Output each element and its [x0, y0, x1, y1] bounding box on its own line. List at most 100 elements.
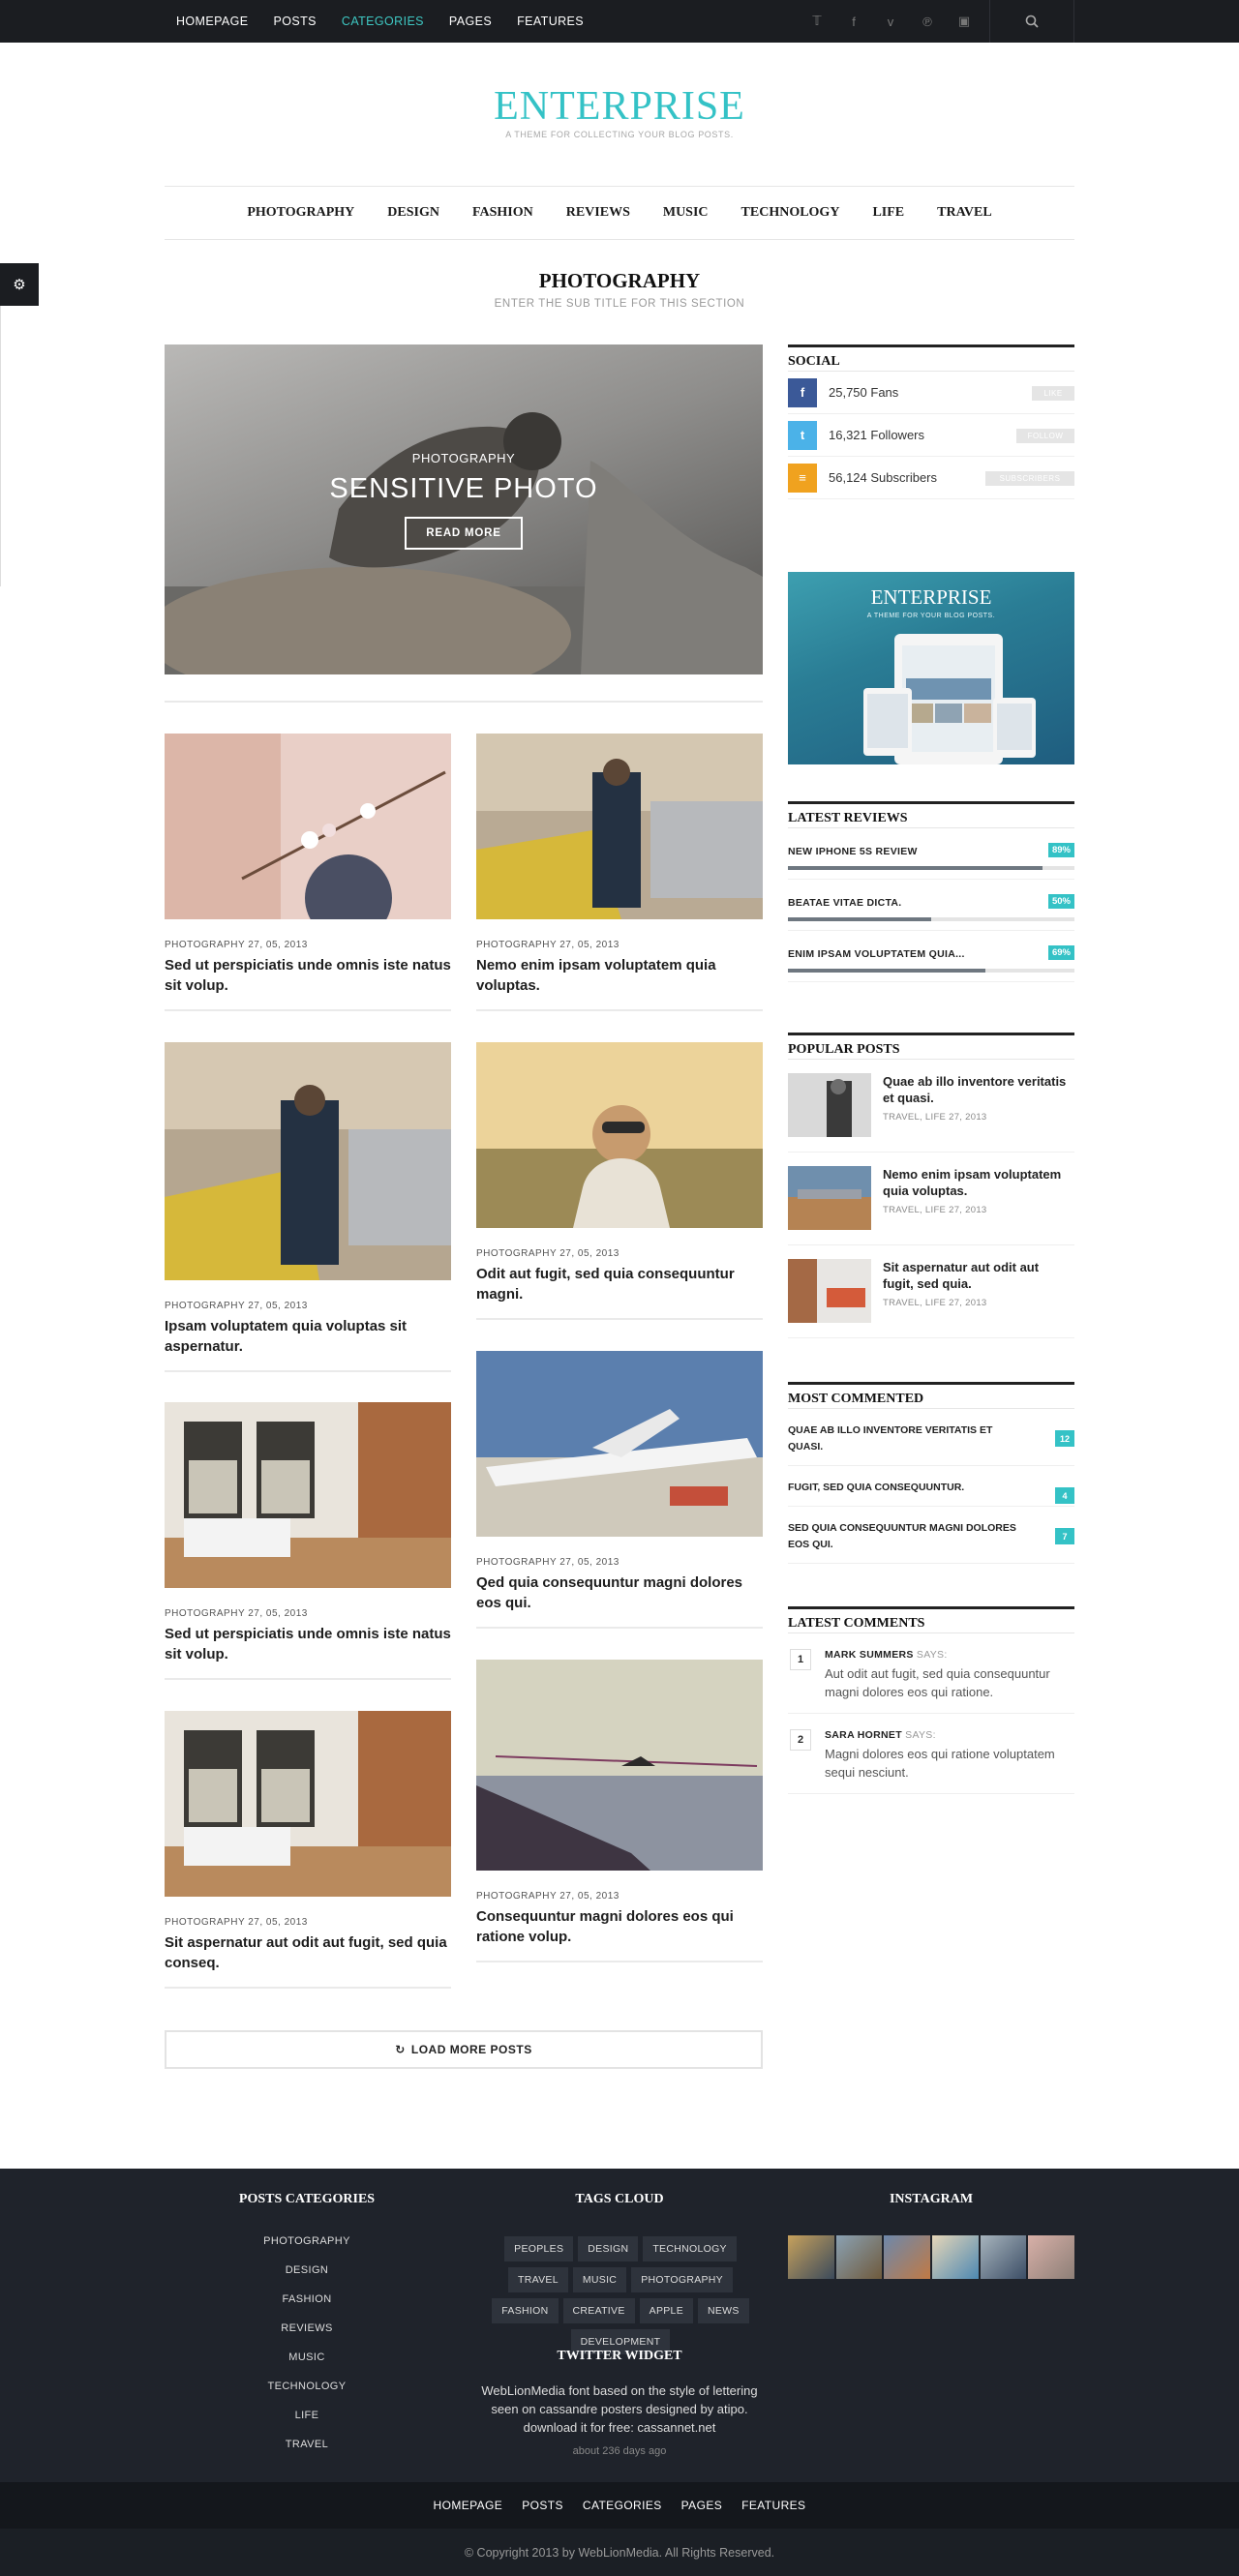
instagram-photo[interactable] — [980, 2235, 1027, 2279]
commented-item[interactable]: SED QUIA CONSEQUUNTUR MAGNI DOLORES EOS … — [788, 1507, 1074, 1564]
search-button[interactable] — [989, 0, 1074, 43]
post-card[interactable]: PHOTOGRAPHY 27, 05, 2013 Qed quia conseq… — [476, 1351, 763, 1629]
review-item[interactable]: NEW IPHONE 5S REVIEW 89% — [788, 828, 1074, 880]
post-title[interactable]: Sit aspernatur aut odit aut fugit, sed q… — [165, 1932, 451, 1973]
facebook-icon[interactable]: f — [845, 15, 862, 29]
footer-category-link[interactable]: TRAVEL — [210, 2430, 404, 2459]
social-count: 56,124 Subscribers — [829, 470, 938, 485]
tag[interactable]: PHOTOGRAPHY — [631, 2267, 733, 2292]
post-card[interactable]: PHOTOGRAPHY 27, 05, 2013 Sed ut perspici… — [165, 1402, 451, 1680]
footer-tags-title: TAGS CLOUD — [575, 2192, 664, 2206]
tag[interactable]: FASHION — [492, 2298, 559, 2323]
widget-title: MOST COMMENTED — [788, 1382, 1074, 1409]
post-title[interactable]: Odit aut fugit, sed quia consequuntur ma… — [476, 1264, 763, 1304]
nav-travel[interactable]: TRAVEL — [937, 205, 992, 221]
review-item[interactable]: ENIM IPSAM VOLUPTATEM QUIA... 69% — [788, 931, 1074, 982]
comment-item[interactable]: 2 SARA HORNET SAYS: Magni dolores eos qu… — [788, 1714, 1074, 1794]
bottom-nav-features[interactable]: FEATURES — [741, 2499, 805, 2512]
instagram-photo[interactable] — [788, 2235, 834, 2279]
tags-cloud: PEOPLES DESIGN TECHNOLOGY TRAVEL MUSIC P… — [479, 2236, 762, 2354]
instagram-photo[interactable] — [884, 2235, 931, 2279]
comment-author: MARK SUMMERS SAYS: — [825, 1649, 1074, 1661]
read-more-button[interactable]: READ MORE — [405, 517, 523, 550]
footer-category-link[interactable]: FASHION — [210, 2285, 404, 2314]
bottom-nav-posts[interactable]: POSTS — [522, 2499, 563, 2512]
review-score: 50% — [1047, 894, 1074, 909]
review-label: ENIM IPSAM VOLUPTATEM QUIA... — [788, 948, 965, 960]
top-menu-features[interactable]: FEATURES — [517, 15, 584, 28]
nav-life[interactable]: LIFE — [872, 205, 904, 221]
follow-button[interactable]: FOLLOW — [1016, 429, 1074, 443]
tag[interactable]: MUSIC — [572, 2267, 627, 2292]
instagram-photo[interactable] — [932, 2235, 979, 2279]
bottom-nav-pages[interactable]: PAGES — [681, 2499, 722, 2512]
like-button[interactable]: LIKE — [1032, 386, 1074, 401]
footer-categories-title: POSTS CATEGORIES — [238, 2192, 376, 2206]
post-meta: PHOTOGRAPHY 27, 05, 2013 — [165, 1608, 308, 1619]
commented-item[interactable]: FUGIT, SED QUIA CONSEQUUNTUR. 4 — [788, 1466, 1074, 1507]
instagram-photo[interactable] — [1028, 2235, 1075, 2279]
footer-category-link[interactable]: PHOTOGRAPHY — [210, 2227, 404, 2256]
nav-photography[interactable]: PHOTOGRAPHY — [247, 205, 354, 221]
nav-reviews[interactable]: REVIEWS — [566, 205, 630, 221]
instagram-photo[interactable] — [835, 2235, 883, 2279]
bottom-nav-categories[interactable]: CATEGORIES — [583, 2499, 662, 2512]
post-title[interactable]: Ipsam voluptatem quia voluptas sit asper… — [165, 1316, 451, 1357]
top-menu-categories[interactable]: CATEGORIES — [342, 15, 424, 28]
post-title[interactable]: Consequuntur magni dolores eos qui ratio… — [476, 1906, 763, 1947]
post-card[interactable]: PHOTOGRAPHY 27, 05, 2013 Odit aut fugit,… — [476, 1042, 763, 1320]
footer-category-link[interactable]: LIFE — [210, 2401, 404, 2430]
post-card[interactable]: PHOTOGRAPHY 27, 05, 2013 Sed ut perspici… — [165, 734, 451, 1011]
footer-category-link[interactable]: TECHNOLOGY — [210, 2372, 404, 2401]
footer-category-link[interactable]: DESIGN — [210, 2256, 404, 2285]
post-title[interactable]: Qed quia consequuntur magni dolores eos … — [476, 1573, 763, 1613]
nav-music[interactable]: MUSIC — [663, 205, 709, 221]
nav-technology[interactable]: TECHNOLOGY — [741, 205, 840, 221]
post-card[interactable]: PHOTOGRAPHY 27, 05, 2013 Nemo enim ipsam… — [476, 734, 763, 1011]
top-menu-homepage[interactable]: HOMEPAGE — [176, 15, 249, 28]
popular-post[interactable]: Sit aspernatur aut odit aut fugit, sed q… — [788, 1245, 1074, 1338]
tag[interactable]: TRAVEL — [507, 2267, 568, 2292]
top-menu-posts[interactable]: POSTS — [274, 15, 317, 28]
nav-design[interactable]: DESIGN — [387, 205, 439, 221]
commented-item[interactable]: QUAE AB ILLO INVENTORE VERITATIS ET QUAS… — [788, 1409, 1074, 1466]
bottom-nav-homepage[interactable]: HOMEPAGE — [434, 2499, 503, 2512]
vimeo-icon[interactable]: v — [882, 15, 899, 29]
facebook-icon[interactable]: f — [788, 377, 817, 407]
review-bar — [788, 969, 1074, 973]
comment-item[interactable]: 1 MARK SUMMERS SAYS: Aut odit aut fugit,… — [788, 1633, 1074, 1714]
popular-post[interactable]: Quae ab illo inventore veritatis et quas… — [788, 1060, 1074, 1153]
post-title[interactable]: Nemo enim ipsam voluptatem quia voluptas… — [476, 955, 763, 996]
review-bar-fill — [788, 917, 931, 921]
footer-category-link[interactable]: REVIEWS — [210, 2314, 404, 2343]
tweet-text[interactable]: WebLionMedia font based on the style of … — [479, 2381, 760, 2437]
post-card[interactable]: PHOTOGRAPHY 27, 05, 2013 Ipsam voluptate… — [165, 1042, 451, 1372]
tag[interactable]: DESIGN — [578, 2236, 639, 2261]
twitter-icon[interactable]: t — [788, 420, 817, 450]
post-card[interactable]: PHOTOGRAPHY 27, 05, 2013 Consequuntur ma… — [476, 1660, 763, 1962]
twitter-icon[interactable]: 𝕋 — [808, 14, 826, 29]
post-card[interactable]: PHOTOGRAPHY 27, 05, 2013 Sit aspernatur … — [165, 1711, 451, 1989]
rss-icon[interactable]: ≡ — [788, 463, 817, 493]
popular-post[interactable]: Nemo enim ipsam voluptatem quia voluptas… — [788, 1153, 1074, 1245]
load-more-button[interactable]: ↻ LOAD MORE POSTS — [165, 2030, 763, 2069]
review-item[interactable]: BEATAE VITAE DICTA. 50% — [788, 880, 1074, 931]
tag[interactable]: PEOPLES — [504, 2236, 574, 2261]
post-title[interactable]: Sed ut perspiciatis unde omnis iste natu… — [165, 955, 451, 996]
site-logo[interactable]: ENTERPRISE A THEME FOR COLLECTING YOUR B… — [0, 83, 1239, 139]
advertisement-banner[interactable]: ENTERPRISE A THEME FOR YOUR BLOG POSTS. — [788, 572, 1074, 764]
subscribe-button[interactable]: SUBSCRIBERS — [985, 471, 1074, 486]
tag[interactable]: TECHNOLOGY — [643, 2236, 737, 2261]
post-meta: PHOTOGRAPHY 27, 05, 2013 — [165, 1301, 308, 1311]
footer-category-link[interactable]: MUSIC — [210, 2343, 404, 2372]
commented-title: FUGIT, SED QUIA CONSEQUUNTUR. — [788, 1482, 965, 1493]
instagram-icon[interactable]: ▣ — [955, 14, 973, 29]
pinterest-icon[interactable]: ℗ — [919, 15, 936, 29]
top-menu-pages[interactable]: PAGES — [449, 15, 492, 28]
featured-post[interactable]: PHOTOGRAPHY SENSITIVE PHOTO READ MORE — [165, 344, 763, 674]
tag[interactable]: APPLE — [639, 2298, 693, 2323]
tag[interactable]: NEWS — [698, 2298, 749, 2323]
nav-fashion[interactable]: FASHION — [472, 205, 533, 221]
tag[interactable]: CREATIVE — [562, 2298, 635, 2323]
post-title[interactable]: Sed ut perspiciatis unde omnis iste natu… — [165, 1624, 451, 1664]
